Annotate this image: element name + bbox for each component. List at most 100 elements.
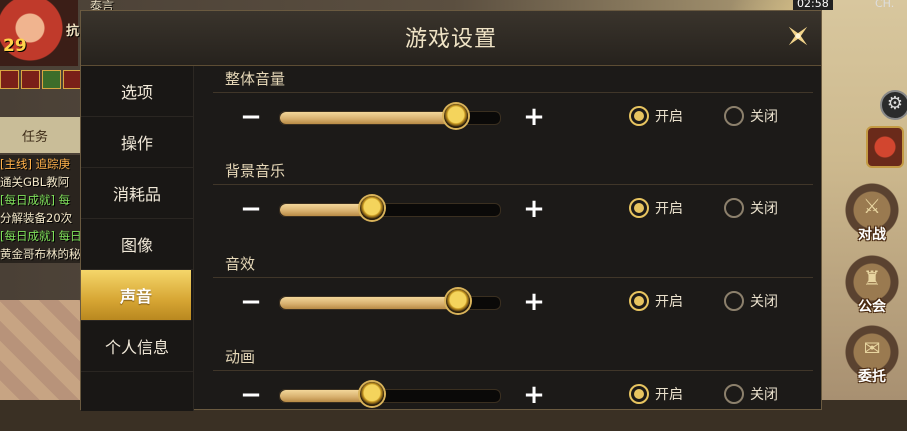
dialog-title: 游戏设置 (404, 27, 497, 52)
disable-radio[interactable]: 关闭 (724, 106, 778, 126)
buff-icon (42, 70, 61, 89)
slider-fill (280, 112, 456, 124)
battle-button[interactable]: ⚔ 对战 (842, 180, 902, 243)
quest-list[interactable]: [主线] 追踪庚 通关GBL教阿 [每日成就] 每分解装备20次 [每日成就] 每日黄… (0, 155, 80, 263)
slider-handle[interactable] (360, 196, 385, 220)
volume-row: − + 开启 关闭 (213, 93, 813, 153)
clock: 02:58 (793, 0, 833, 10)
slider-handle[interactable] (360, 382, 385, 406)
quest-item[interactable]: [主线] 追踪庚 (0, 155, 80, 173)
guild-button[interactable]: ♜ 公会 (842, 252, 902, 315)
sidebar-item-label: 选项 (120, 83, 153, 102)
volume-row: − + 开启 关闭 (213, 278, 813, 338)
sidebar-item-sound[interactable]: 声音 (81, 270, 191, 321)
radio-circle (724, 106, 744, 126)
decrease-button[interactable]: − (239, 382, 263, 408)
radio-label: 开启 (655, 109, 683, 125)
radio-circle (629, 291, 649, 311)
quest-item[interactable]: [每日成就] 每日 (0, 227, 80, 245)
volume-slider[interactable] (279, 196, 501, 220)
radio-label: 关闭 (750, 201, 778, 217)
volume-slider[interactable] (279, 382, 501, 406)
sidebar-item-options[interactable]: 选项 (81, 66, 193, 117)
radio-circle (629, 384, 649, 404)
enable-radio[interactable]: 开启 (629, 291, 683, 311)
disable-radio[interactable]: 关闭 (724, 291, 778, 311)
volume-section: 动画 − + 开启 关闭 (213, 344, 813, 431)
sidebar-item-profile[interactable]: 个人信息 (81, 321, 193, 372)
slider-fill (280, 297, 459, 309)
task-tab[interactable]: 任务 (0, 117, 80, 153)
disable-radio[interactable]: 关闭 (724, 384, 778, 404)
quest-item[interactable]: 分解装备20次 (0, 209, 80, 227)
volume-slider[interactable] (279, 104, 501, 128)
disable-radio[interactable]: 关闭 (724, 198, 778, 218)
radio-label: 开启 (655, 201, 683, 217)
enable-radio[interactable]: 开启 (629, 106, 683, 126)
enable-radio[interactable]: 开启 (629, 198, 683, 218)
decrease-button[interactable]: − (239, 289, 263, 315)
guild-button-label: 公会 (858, 299, 886, 315)
quest-item[interactable]: 通关GBL教阿 (0, 173, 80, 191)
dialog-header: 游戏设置 (81, 11, 821, 66)
map-ground-tiles (0, 300, 80, 400)
commission-button-label: 委托 (858, 369, 886, 385)
radio-circle (724, 198, 744, 218)
radio-circle (629, 106, 649, 126)
gear-icon[interactable]: ⚙ (880, 90, 907, 120)
radio-circle (724, 291, 744, 311)
close-button[interactable] (783, 21, 813, 51)
volume-section: 背景音乐 − + 开启 关闭 (213, 158, 813, 245)
section-title: 音效 (213, 251, 813, 278)
increase-button[interactable]: + (522, 104, 546, 130)
channel-label: CH. (875, 0, 895, 10)
sidebar-item-label: 图像 (120, 236, 153, 255)
player-level: 29 (3, 36, 27, 56)
decrease-button[interactable]: − (239, 196, 263, 222)
scroll-icon: ✉ (863, 336, 881, 360)
sidebar-item-label: 个人信息 (104, 338, 169, 357)
sidebar-item-label: 操作 (120, 134, 153, 153)
quest-item[interactable]: 黄金哥布林的秘 (0, 245, 80, 263)
buff-icon (21, 70, 40, 89)
volume-row: − + 开启 关闭 (213, 371, 813, 431)
section-title: 动画 (213, 344, 813, 371)
settings-sidebar: 选项 操作 消耗品 图像 声音 个人信息 (81, 66, 194, 411)
sidebar-item-label: 消耗品 (112, 185, 161, 204)
volume-slider[interactable] (279, 289, 501, 313)
slider-handle[interactable] (444, 104, 468, 128)
close-icon (788, 26, 808, 46)
radio-label: 开启 (655, 294, 683, 310)
buff-icons (0, 70, 82, 89)
radio-label: 关闭 (750, 387, 778, 403)
sidebar-item-controls[interactable]: 操作 (81, 117, 193, 168)
sidebar-item-graphics[interactable]: 图像 (81, 219, 193, 270)
commission-button[interactable]: ✉ 委托 (842, 322, 902, 385)
battle-button-label: 对战 (858, 227, 886, 243)
slider-handle[interactable] (446, 289, 471, 313)
crossed-swords-icon: ⚔ (863, 194, 881, 218)
dungeon-portal-icon[interactable] (866, 126, 904, 168)
sidebar-item-consumables[interactable]: 消耗品 (81, 168, 193, 219)
radio-label: 关闭 (750, 294, 778, 310)
decrease-button[interactable]: − (239, 104, 263, 130)
buff-icon (0, 70, 19, 89)
sound-settings-panel: 整体音量 − + 开启 关闭 背景音乐 − + 开启 关闭 音效 − + 开启 关闭 动画 − + 开启 关闭 (213, 66, 813, 411)
slider-fill (280, 204, 373, 216)
increase-button[interactable]: + (522, 196, 546, 222)
volume-section: 整体音量 − + 开启 关闭 (213, 66, 813, 153)
increase-button[interactable]: + (522, 382, 546, 408)
enable-radio[interactable]: 开启 (629, 384, 683, 404)
radio-label: 关闭 (750, 109, 778, 125)
section-title: 背景音乐 (213, 158, 813, 185)
player-name-side: 抗 (66, 24, 80, 39)
game-settings-dialog: 游戏设置 选项 操作 消耗品 图像 声音 个人信息 整体音量 − + 开启 关闭 背景音乐… (80, 10, 822, 411)
radio-label: 开启 (655, 387, 683, 403)
guild-crest-icon: ♜ (863, 266, 881, 290)
sidebar-item-label: 声音 (119, 287, 152, 306)
slider-fill (280, 390, 373, 402)
section-title: 整体音量 (213, 66, 813, 93)
increase-button[interactable]: + (522, 289, 546, 315)
radio-circle (724, 384, 744, 404)
quest-item[interactable]: [每日成就] 每 (0, 191, 80, 209)
